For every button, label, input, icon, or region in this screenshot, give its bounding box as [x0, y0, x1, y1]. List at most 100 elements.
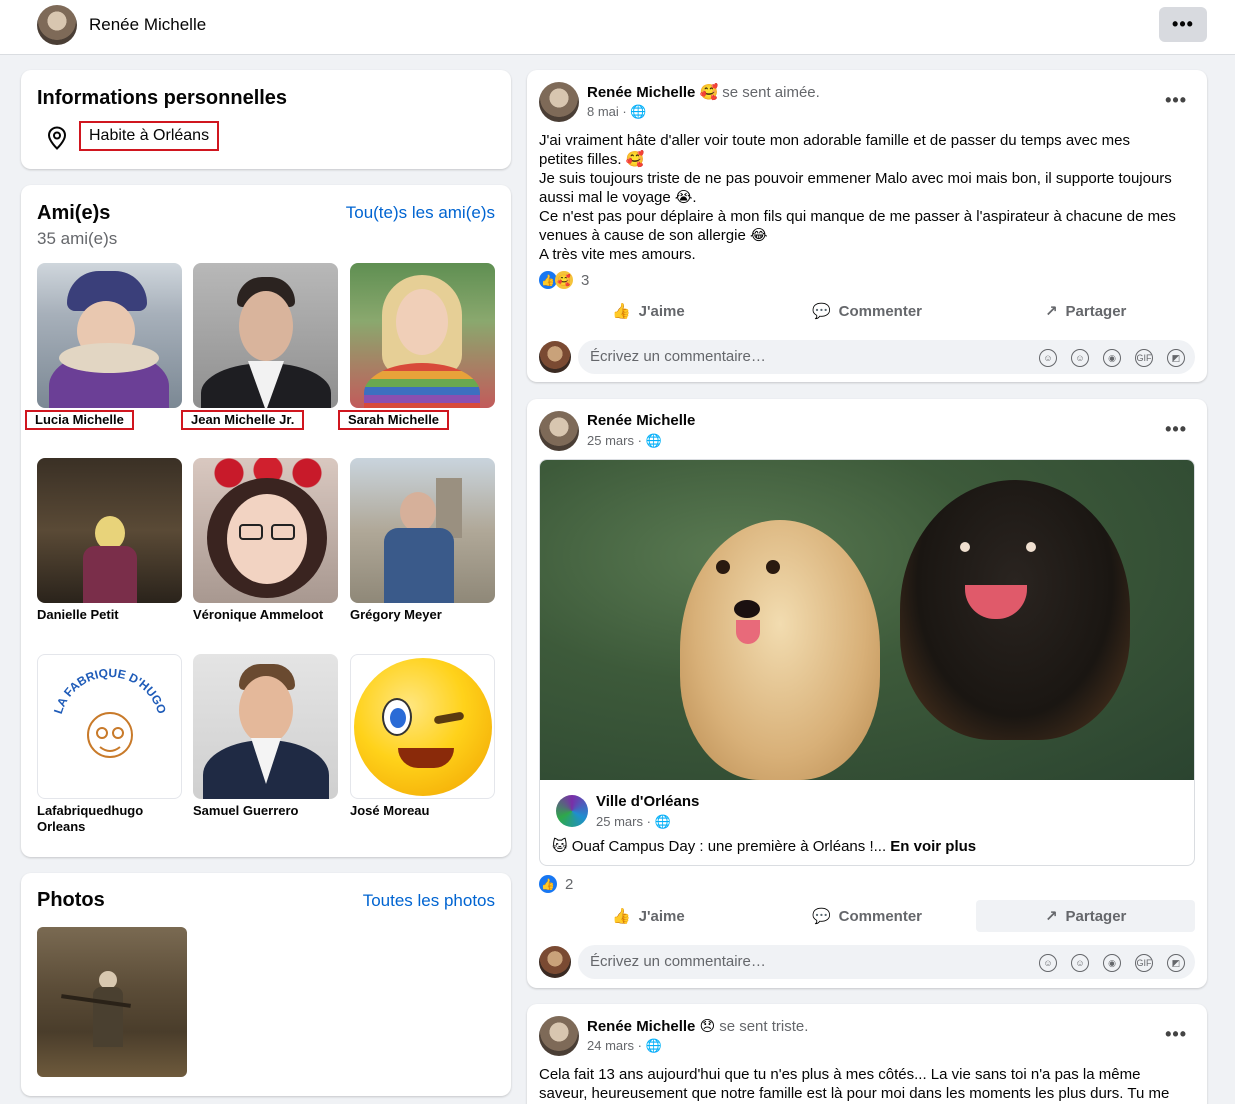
share-button[interactable]: ↗ Partager: [976, 295, 1195, 327]
post-card: Renée Michelle 25 mars · 🌐 ••• Ville d'O…: [527, 399, 1207, 988]
friend-name[interactable]: Grégory Meyer: [350, 607, 442, 623]
shared-post-meta: Ville d'Orléans 25 mars · 🌐 🐱 Ouaf Campu…: [540, 780, 1194, 865]
shared-post-excerpt: 🐱 Ouaf Campus Day : une première à Orléa…: [552, 838, 887, 855]
friend-tile[interactable]: Lucia Michelle: [25, 263, 182, 430]
post-author-line: Renée Michelle 🥰 se sent aimée.: [587, 83, 820, 101]
friend-photo[interactable]: [37, 458, 182, 603]
reactions-summary[interactable]: 👍 🥰 3: [539, 271, 589, 289]
friend-tile[interactable]: José Moreau: [350, 654, 495, 820]
comment-button[interactable]: 💬 Commenter: [758, 900, 977, 932]
shared-post[interactable]: Ville d'Orléans 25 mars · 🌐 🐱 Ouaf Campu…: [539, 459, 1195, 866]
page-name[interactable]: Ville d'Orléans: [596, 793, 699, 810]
post-card: Renée Michelle 😞 se sent triste. 24 mars …: [527, 1004, 1207, 1104]
share-label: Partager: [1065, 907, 1127, 925]
friend-name[interactable]: José Moreau: [350, 803, 429, 819]
friend-photo[interactable]: [350, 654, 495, 799]
post-date[interactable]: 25 mars ·: [587, 433, 642, 448]
reactions-summary[interactable]: 👍 2: [539, 875, 573, 893]
friend-name[interactable]: Samuel Guerrero: [193, 803, 299, 819]
emoji-icon[interactable]: ☺: [1071, 954, 1089, 972]
post-text-line: A très vite mes amours.: [539, 246, 696, 263]
friend-photo[interactable]: [193, 654, 338, 799]
more-options-button[interactable]: •••: [1159, 7, 1207, 42]
post-text-line: Ce n'est pas pour déplaire à mon fils qu…: [539, 208, 1176, 225]
commenter-avatar[interactable]: [539, 946, 571, 978]
profile-header: Renée Michelle •••: [0, 0, 1235, 55]
photo-thumbnail[interactable]: [37, 927, 187, 1077]
friend-tile[interactable]: Sarah Michelle: [338, 263, 495, 430]
friend-name[interactable]: Jean Michelle Jr.: [181, 410, 305, 430]
friend-name[interactable]: Lafabriquedhugo Orleans: [37, 803, 182, 835]
photos-card: Photos Toutes les photos: [21, 873, 511, 1096]
share-arrow-icon: ↗: [1044, 908, 1058, 925]
post-text-line: J'ai vraiment hâte d'aller voir toute mo…: [539, 132, 1131, 149]
friend-tile[interactable]: Samuel Guerrero: [193, 654, 338, 820]
friend-tile[interactable]: LA FABRIQUE D'HUGO Lafabriquedhugo Orlea…: [37, 654, 182, 836]
page-post-date[interactable]: 25 mars ·: [596, 814, 651, 829]
see-all-friends-link[interactable]: Tou(te)s les ami(e)s: [346, 203, 495, 223]
comment-composer: Écrivez un commentaire… ☺ ☺ ◉ GIF ◩: [539, 340, 1195, 374]
see-all-photos-link[interactable]: Toutes les photos: [363, 891, 495, 911]
like-button[interactable]: 👍 J'aime: [539, 900, 758, 932]
camera-icon[interactable]: ◉: [1103, 954, 1121, 972]
profile-name[interactable]: Renée Michelle: [89, 15, 206, 35]
like-button[interactable]: 👍 J'aime: [539, 295, 758, 327]
post-options-button[interactable]: •••: [1165, 1024, 1187, 1045]
reactions-count: 3: [581, 271, 590, 289]
shared-post-image[interactable]: [540, 460, 1194, 780]
friend-photo[interactable]: [193, 263, 338, 408]
camera-icon[interactable]: ◉: [1103, 349, 1121, 367]
friend-name[interactable]: Véronique Ammeloot: [193, 607, 323, 623]
post-author-name[interactable]: Renée Michelle: [587, 84, 695, 101]
fabrique-hugo-logo: LA FABRIQUE D'HUGO: [51, 666, 169, 758]
comment-bubble-icon: 💬: [811, 303, 831, 320]
post-options-button[interactable]: •••: [1165, 90, 1187, 111]
like-label: J'aime: [638, 302, 685, 320]
share-label: Partager: [1065, 302, 1127, 320]
see-more-link[interactable]: En voir plus: [890, 838, 976, 855]
thumbs-up-icon: 👍: [611, 908, 631, 925]
commenter-avatar[interactable]: [539, 341, 571, 373]
friends-card: Ami(e)s 35 ami(e)s Tou(te)s les ami(e)s …: [21, 185, 511, 857]
post-author-name[interactable]: Renée Michelle: [587, 412, 695, 429]
gif-icon[interactable]: GIF: [1135, 954, 1153, 972]
gif-icon[interactable]: GIF: [1135, 349, 1153, 367]
love-reaction-icon: 🥰: [555, 271, 573, 289]
post-author-name[interactable]: Renée Michelle: [587, 1018, 695, 1035]
friend-tile[interactable]: Véronique Ammeloot: [193, 458, 338, 624]
profile-avatar[interactable]: [37, 5, 77, 45]
friend-name[interactable]: Sarah Michelle: [338, 410, 450, 430]
friend-tile[interactable]: Grégory Meyer: [350, 458, 495, 624]
friend-name[interactable]: Lucia Michelle: [25, 410, 134, 430]
friend-photo[interactable]: [37, 263, 182, 408]
avatar-sticker-icon[interactable]: ☺: [1039, 349, 1057, 367]
share-arrow-icon: ↗: [1044, 303, 1058, 320]
sticker-icon[interactable]: ◩: [1167, 349, 1185, 367]
post-text-line: Cela fait 13 ans aujourd'hui que tu n'es…: [539, 1066, 1141, 1083]
post-author-avatar[interactable]: [539, 82, 579, 122]
winking-face-icon: [354, 658, 492, 796]
friend-photo[interactable]: [193, 458, 338, 603]
photos-title: Photos: [37, 889, 105, 911]
post-options-button[interactable]: •••: [1165, 419, 1187, 440]
post-date[interactable]: 24 mars ·: [587, 1038, 642, 1053]
comment-button[interactable]: 💬 Commenter: [758, 295, 977, 327]
friend-tile[interactable]: Danielle Petit: [37, 458, 182, 624]
sticker-icon[interactable]: ◩: [1167, 954, 1185, 972]
post-author-avatar[interactable]: [539, 411, 579, 451]
post-date-line: 25 mars · 🌐: [587, 433, 662, 449]
avatar-sticker-icon[interactable]: ☺: [1039, 954, 1057, 972]
post-author-avatar[interactable]: [539, 1016, 579, 1056]
friend-photo[interactable]: [350, 263, 495, 408]
page-avatar[interactable]: [556, 795, 588, 827]
share-button[interactable]: ↗ Partager: [976, 900, 1196, 932]
friend-tile[interactable]: Jean Michelle Jr.: [181, 263, 338, 430]
friend-photo[interactable]: [350, 458, 495, 603]
thumbs-up-icon: 👍: [611, 303, 631, 320]
post-date[interactable]: 8 mai ·: [587, 104, 627, 119]
post-text: J'ai vraiment hâte d'aller voir toute mo…: [539, 131, 1195, 264]
friend-photo[interactable]: LA FABRIQUE D'HUGO: [37, 654, 182, 799]
friend-name[interactable]: Danielle Petit: [37, 607, 119, 623]
comment-bubble-icon: 💬: [811, 908, 831, 925]
emoji-icon[interactable]: ☺: [1071, 349, 1089, 367]
